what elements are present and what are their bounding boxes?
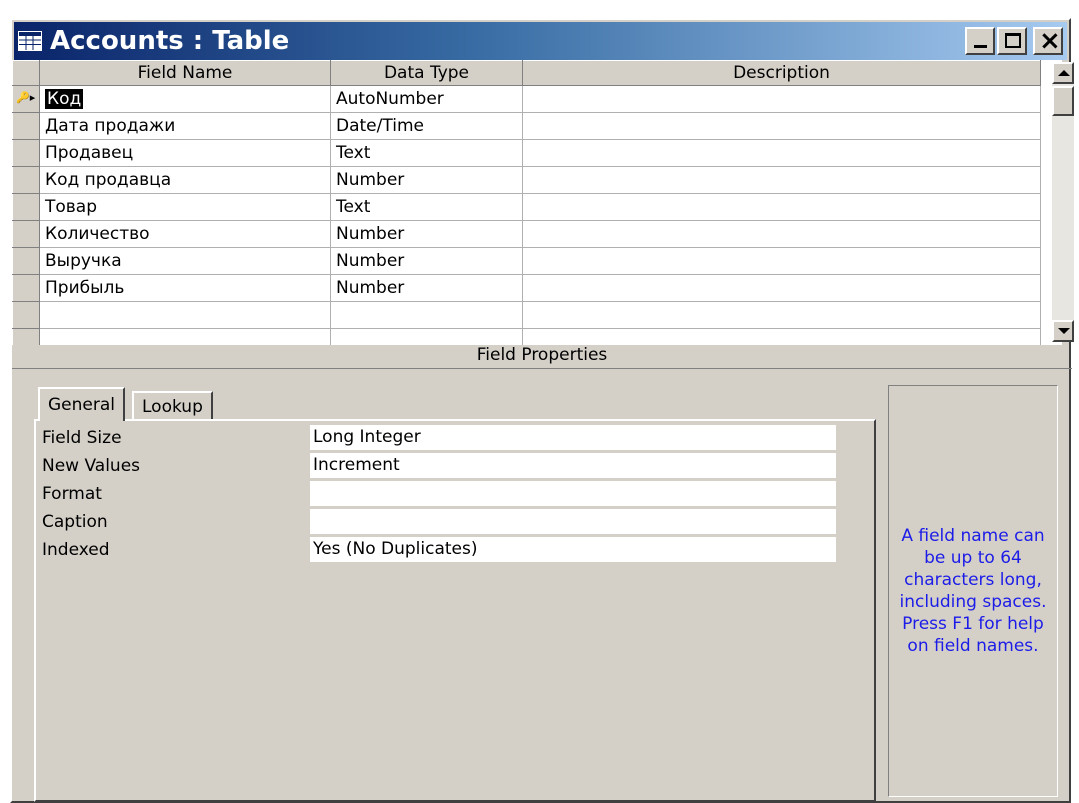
table-row[interactable]: Продавец Text [12,139,1041,167]
field-name-cell[interactable]: Код продавца [39,166,331,194]
table-row[interactable] [12,301,1041,329]
table-row[interactable]: Дата продажи Date/Time [12,112,1041,140]
description-cell[interactable] [522,274,1041,302]
data-type-cell[interactable]: Number [330,166,523,194]
description-cell[interactable] [522,220,1041,248]
data-type-cell[interactable]: Number [330,220,523,248]
description-cell[interactable] [522,85,1041,113]
field-name-cell[interactable] [39,301,331,329]
table-row[interactable]: 🔑▸ Код AutoNumber [12,85,1041,113]
field-name-text: Код [45,89,84,109]
minimize-icon [974,45,987,48]
maximize-icon [1005,33,1021,48]
general-tab-panel: Field Size Long Integer New Values Incre… [34,419,876,802]
row-selector[interactable] [12,112,40,140]
property-row: Format [40,481,860,507]
data-type-cell[interactable]: Text [330,139,523,167]
field-name-cell[interactable]: Продавец [39,139,331,167]
scroll-thumb[interactable] [1052,86,1074,116]
description-cell[interactable] [522,139,1041,167]
property-row: Indexed Yes (No Duplicates) [40,537,860,563]
table-row[interactable]: Прибыль Number [12,274,1041,302]
column-header-description[interactable]: Description [522,60,1041,86]
field-name-cell[interactable]: Товар [39,193,331,221]
scroll-down-button[interactable] [1052,320,1074,342]
close-button[interactable]: × [1033,26,1063,56]
window-title: Accounts : Table [50,26,290,56]
help-text: A field name can be up to 64 characters … [899,526,1047,656]
property-label: Caption [42,512,108,532]
row-selector[interactable] [12,274,40,302]
table-row[interactable]: Количество Number [12,220,1041,248]
row-selector[interactable] [12,220,40,248]
row-selector[interactable] [12,247,40,275]
table-icon [18,31,42,51]
description-cell[interactable] [522,166,1041,194]
property-label: New Values [42,456,141,476]
data-type-cell[interactable]: Number [330,274,523,302]
minimize-button[interactable] [965,27,995,55]
field-name-cell[interactable]: Дата продажи [39,112,331,140]
format-field[interactable] [310,481,836,506]
description-cell[interactable] [522,193,1041,221]
data-type-cell[interactable]: Date/Time [330,112,523,140]
table-row[interactable]: Товар Text [12,193,1041,221]
property-row: Caption [40,509,860,535]
field-size-field[interactable]: Long Integer [310,425,836,450]
field-name-cell[interactable]: Прибыль [39,274,331,302]
title-bar[interactable]: Accounts : Table × [14,22,1067,60]
tab-lookup[interactable]: Lookup [132,391,213,421]
description-cell[interactable] [522,247,1041,275]
data-type-cell[interactable]: AutoNumber [330,85,523,113]
column-header-field-name[interactable]: Field Name [39,60,331,86]
property-row: New Values Increment [40,453,860,479]
field-name-cell[interactable]: Выручка [39,247,331,275]
indexed-field[interactable]: Yes (No Duplicates) [310,537,836,562]
field-grid: Field Name Data Type Description 🔑▸ Код … [12,60,1062,345]
row-selector[interactable] [12,301,40,329]
scroll-up-button[interactable] [1052,62,1074,84]
table-row[interactable]: Код продавца Number [12,166,1041,194]
maximize-button[interactable] [997,27,1027,55]
property-label: Format [42,484,102,504]
data-type-cell[interactable]: Text [330,193,523,221]
grid-corner[interactable] [12,60,40,86]
table-row[interactable]: Выручка Number [12,247,1041,275]
field-properties-header: Field Properties [476,345,608,365]
primary-key-icon: 🔑▸ [16,91,36,104]
field-name-cell[interactable]: Код [39,85,331,113]
field-name-cell[interactable]: Количество [39,220,331,248]
property-label: Field Size [42,428,122,448]
description-cell[interactable] [522,112,1041,140]
vertical-scrollbar[interactable] [1052,62,1074,342]
column-header-data-type[interactable]: Data Type [330,60,523,86]
new-values-field[interactable]: Increment [310,453,836,478]
property-label: Indexed [42,540,110,560]
data-type-cell[interactable]: Number [330,247,523,275]
row-selector[interactable]: 🔑▸ [12,85,40,113]
row-selector[interactable] [12,166,40,194]
row-selector[interactable] [12,193,40,221]
help-panel: A field name can be up to 64 characters … [888,385,1058,797]
arrow-down-icon [1058,328,1070,334]
data-type-cell[interactable] [330,301,523,329]
tab-general[interactable]: General [38,387,125,421]
property-row: Field Size Long Integer [40,425,860,451]
description-cell[interactable] [522,301,1041,329]
field-properties-area: General Lookup Field Size Long Integer N… [12,368,1072,803]
arrow-up-icon [1058,70,1070,76]
row-selector[interactable] [12,139,40,167]
caption-field[interactable] [310,509,836,534]
close-icon: × [1039,26,1061,56]
